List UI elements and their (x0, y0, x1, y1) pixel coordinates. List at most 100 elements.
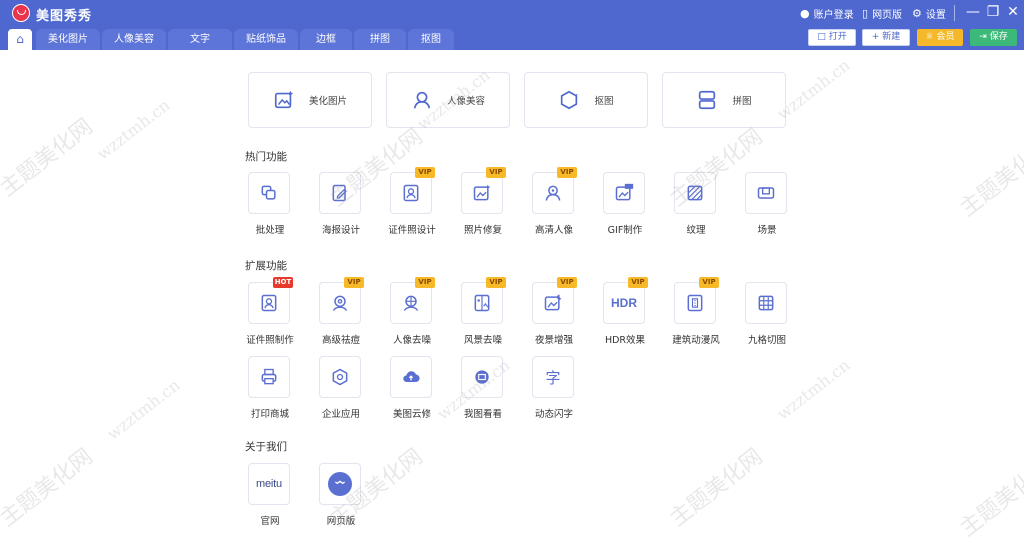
minimize-button[interactable]: — (964, 3, 982, 21)
card-label: 抠图 (594, 96, 614, 107)
app-logo-icon (12, 4, 30, 22)
tool-label: 高清人像 (534, 225, 573, 236)
tool-poster[interactable]: 海报设计 (311, 172, 371, 238)
save-label: 保存 (989, 32, 1008, 42)
tab-beautify[interactable]: 美化图片 (36, 29, 100, 50)
tab-collage[interactable]: 拼图 (354, 29, 406, 50)
tab-cutout[interactable]: 抠图 (408, 29, 454, 50)
gear-icon: ⚙ (912, 7, 922, 20)
tab-bar: ⌂ 美化图片 人像美容 文字 贴纸饰品 边框 拼图 抠图 □ 打开 + 新建 ♕… (0, 26, 1024, 50)
tool-enterprise[interactable]: 企业应用 (311, 356, 371, 422)
tab-text[interactable]: 文字 (168, 29, 232, 50)
web-version-link[interactable]: ▯ 网页版 (862, 6, 902, 21)
tool-web-version[interactable]: 网页版 (311, 463, 371, 529)
card-collage[interactable]: 拼图 (662, 72, 786, 128)
login-link[interactable]: ● 账户登录 (800, 6, 854, 21)
settings-link[interactable]: ⚙ 设置 (912, 6, 946, 21)
tool-label: 打印商城 (250, 409, 289, 420)
hd-portrait-icon (545, 185, 561, 201)
vip-button[interactable]: ♕ 会员 (917, 29, 963, 46)
tool-photo-repair[interactable]: VIP 照片修复 (453, 167, 513, 238)
settings-label: 设置 (925, 10, 946, 21)
vip-badge: VIP (628, 277, 648, 288)
watermark: wzztmh.cn (103, 375, 184, 444)
card-label: 美化图片 (308, 96, 347, 107)
tool-label: HDR效果 (604, 335, 646, 346)
tool-portrait-denoise[interactable]: VIP 人像去噪 (382, 277, 442, 348)
batch-icon (261, 185, 276, 200)
tool-architecture-anime[interactable]: VIP 建筑动漫风 (666, 277, 726, 348)
night-enhance-icon (544, 294, 562, 311)
phone-icon: ▯ (862, 7, 869, 20)
tool-acne[interactable]: VIP 高级祛痘 (311, 277, 371, 348)
save-button[interactable]: ⇥ 保存 (970, 29, 1017, 46)
open-button[interactable]: □ 打开 (808, 29, 856, 46)
texture-icon (687, 185, 703, 201)
vip-badge: VIP (557, 277, 577, 288)
tool-label: GIF制作 (607, 225, 643, 236)
card-cutout[interactable]: 抠图 (524, 72, 648, 128)
tool-label: 我图看看 (463, 409, 502, 420)
id-photo-make-icon (261, 294, 277, 312)
tool-hdr[interactable]: HDR VIP HDR效果 (595, 277, 655, 348)
watermark: 主题美化网 (0, 444, 98, 532)
tool-nine-grid[interactable]: 九格切图 (737, 282, 797, 348)
home-tab[interactable]: ⌂ (8, 29, 32, 50)
tab-border[interactable]: 边框 (300, 29, 352, 50)
divider (954, 5, 955, 21)
tool-label: 高级祛痘 (321, 335, 360, 346)
tool-landscape-denoise[interactable]: VIP 风景去噪 (453, 277, 513, 348)
portrait-denoise-icon (403, 295, 419, 311)
tool-scene[interactable]: 场景 (737, 172, 797, 238)
tool-print[interactable]: 打印商城 (240, 356, 300, 422)
section-about-title: 关于我们 (245, 441, 287, 453)
collage-icon (699, 90, 716, 110)
tool-flash-text[interactable]: 字 动态闪字 (524, 356, 584, 422)
tool-label: 场景 (757, 225, 777, 236)
architecture-anime-icon (687, 294, 703, 312)
acne-icon (332, 295, 348, 311)
watermark: wzztmh.cn (93, 95, 174, 164)
tool-id-photo-make[interactable]: HOT 证件照制作 (240, 277, 300, 348)
tab-stickers[interactable]: 贴纸饰品 (234, 29, 298, 50)
crown-icon: ♕ (925, 32, 934, 42)
card-portrait[interactable]: 人像美容 (386, 72, 510, 128)
tab-portrait[interactable]: 人像美容 (102, 29, 166, 50)
folder-icon: □ (817, 32, 826, 42)
image-view-icon (475, 370, 489, 384)
tool-label: 纹理 (686, 225, 706, 236)
tool-label: 官网 (260, 516, 280, 527)
tool-label: 网页版 (326, 516, 356, 527)
hdr-icon: HDR (611, 296, 637, 310)
vip-badge: VIP (486, 277, 506, 288)
vip-badge: VIP (486, 167, 506, 178)
tool-image-view[interactable]: 我图看看 (453, 356, 513, 422)
tool-official-site[interactable]: meitu 官网 (240, 463, 300, 529)
photo-repair-icon (473, 184, 491, 201)
vip-badge: VIP (557, 167, 577, 178)
tool-label: 海报设计 (321, 225, 360, 236)
maximize-button[interactable]: ❐ (984, 3, 1002, 21)
new-button[interactable]: + 新建 (862, 29, 910, 46)
card-beautify[interactable]: 美化图片 (248, 72, 372, 128)
meitu-logo-icon: meitu (256, 478, 282, 490)
export-icon: ⇥ (979, 32, 987, 42)
tool-label: 批处理 (255, 225, 285, 236)
cutout-icon (561, 90, 579, 110)
vip-badge: VIP (699, 277, 719, 288)
home-icon: ⌂ (16, 32, 24, 46)
tool-gif[interactable]: GIF制作 (595, 172, 655, 238)
tool-batch[interactable]: 批处理 (240, 172, 300, 238)
tool-label: 动态闪字 (534, 409, 573, 420)
tool-texture[interactable]: 纹理 (666, 172, 726, 238)
close-button[interactable]: ✕ (1004, 3, 1022, 21)
tool-label: 人像去噪 (392, 335, 431, 346)
tool-hd-portrait[interactable]: VIP 高清人像 (524, 167, 584, 238)
tool-label: 建筑动漫风 (672, 335, 720, 346)
plus-icon: + (871, 32, 880, 42)
web-version-icon (328, 472, 352, 496)
tool-night-enhance[interactable]: VIP 夜景增强 (524, 277, 584, 348)
watermark: 主题美化网 (665, 444, 768, 532)
tool-cloud-retouch[interactable]: 美图云修 (382, 356, 442, 422)
tool-id-photo[interactable]: VIP 证件照设计 (382, 167, 442, 238)
